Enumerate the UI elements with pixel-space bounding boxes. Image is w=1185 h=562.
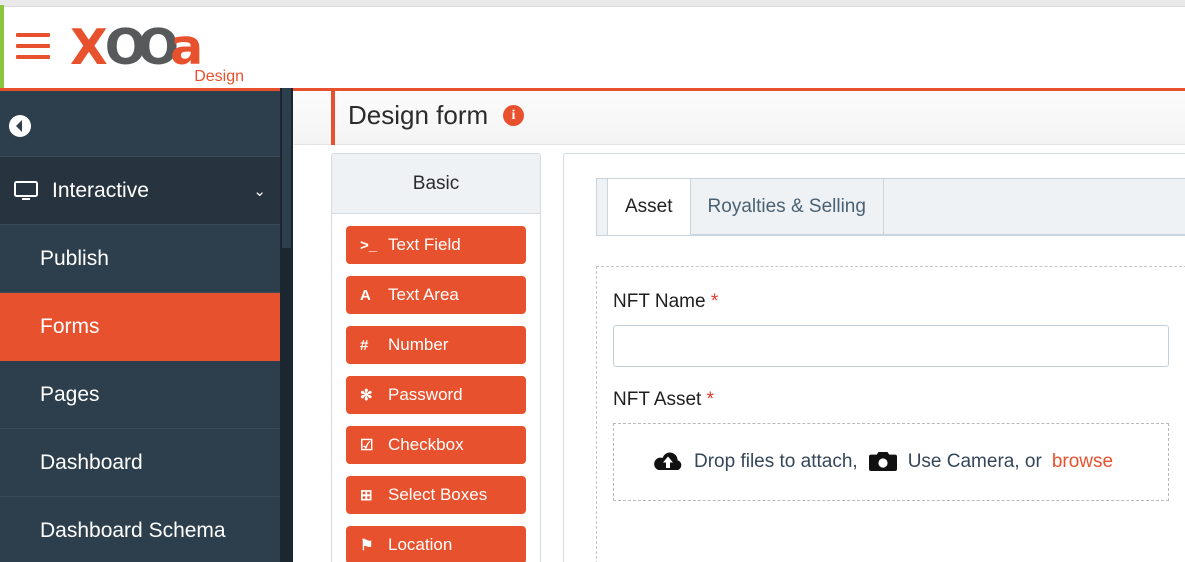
field-nft-asset: NFT Asset * Drop files to attach, Use Ca… [613, 389, 1185, 501]
field-label-text: NFT Name [613, 291, 706, 312]
palette-button-number[interactable]: # Number [346, 326, 526, 364]
file-dropzone[interactable]: Drop files to attach, Use Camera, or bro… [613, 423, 1169, 501]
field-label: NFT Name * [613, 291, 1185, 313]
sidebar-item-dashboard[interactable]: Dashboard [0, 429, 280, 497]
tab-strip-filler [883, 178, 1185, 235]
palette-button-label: Password [388, 385, 463, 404]
logo-subtitle: Design [194, 68, 244, 85]
field-label-text: NFT Asset [613, 389, 702, 410]
palette-button-label: Select Boxes [388, 485, 488, 504]
dropzone-text: Drop files to attach, [694, 451, 858, 472]
browse-link[interactable]: browse [1052, 451, 1113, 473]
required-asterisk: * [706, 389, 715, 410]
field-nft-name: NFT Name * [613, 291, 1185, 367]
app-root: XOOa Design Interactive ⌄ Publish Forms … [0, 0, 1185, 562]
page-title-bar: Design form i [293, 91, 1185, 145]
arrow-left-circle-icon[interactable] [8, 114, 32, 138]
sidebar-item-label: Publish [40, 246, 109, 270]
sidebar-item-pages[interactable]: Pages [0, 361, 280, 429]
sidebar-scrollbar-thumb[interactable] [282, 88, 291, 248]
sidebar-scrollbar[interactable] [280, 88, 293, 562]
sidebar-group-label: Interactive [52, 178, 149, 202]
logo-text: XOOa [70, 19, 203, 76]
map-pin-icon: ⚑ [360, 537, 374, 554]
info-icon[interactable]: i [503, 105, 524, 126]
sidebar-item-forms[interactable]: Forms [0, 293, 280, 361]
sidebar-item-label: Pages [40, 382, 100, 406]
camera-text: Use Camera, or [907, 451, 1042, 472]
app-header: XOOa Design [4, 7, 1185, 88]
tab-royalties-selling[interactable]: Royalties & Selling [690, 178, 884, 235]
sidebar-item-dashboard-schema[interactable]: Dashboard Schema [0, 497, 280, 562]
palette-button-select-boxes[interactable]: ⊞ Select Boxes [346, 476, 526, 514]
sidebar-item-label: Forms [40, 314, 100, 338]
palette-button-label: Text Field [388, 235, 461, 254]
form-canvas-panel: NFT Name * NFT Asset * Drop files to att… [596, 266, 1185, 562]
main-content: Design form i Basic >_ Text Field A Text… [293, 88, 1185, 562]
sidebar-item-label: Dashboard Schema [40, 518, 226, 542]
window-top-strip [0, 0, 1185, 7]
cloud-upload-icon [652, 450, 684, 474]
sidebar-group-interactive[interactable]: Interactive ⌄ [0, 157, 280, 225]
palette-button-label: Number [388, 335, 449, 354]
logo-link-glyph: OO [104, 19, 179, 76]
palette-button-checkbox[interactable]: ☑ Checkbox [346, 426, 526, 464]
sidebar-item-label: Dashboard [40, 450, 143, 474]
palette-button-label: Checkbox [388, 435, 464, 454]
page-title: Design form [348, 100, 489, 130]
sidebar: Interactive ⌄ Publish Forms Pages Dashbo… [0, 88, 280, 562]
letter-a-icon: A [360, 286, 371, 304]
palette-button-text-area[interactable]: A Text Area [346, 276, 526, 314]
component-palette: Basic >_ Text Field A Text Area # Number… [331, 153, 541, 562]
tab-asset[interactable]: Asset [608, 178, 691, 235]
checkbox-icon: ☑ [360, 437, 374, 454]
form-tabs: Asset Royalties & Selling [596, 178, 1185, 236]
form-builder-card: Asset Royalties & Selling NFT Name * NFT… [563, 153, 1185, 562]
palette-body: >_ Text Field A Text Area # Number ✻ Pas… [332, 214, 540, 562]
sidebar-collapse-row[interactable] [0, 91, 280, 157]
tab-strip-lead [596, 178, 608, 235]
palette-button-label: Text Area [388, 285, 459, 304]
sidebar-item-publish[interactable]: Publish [0, 225, 280, 293]
hash-icon: # [360, 336, 369, 354]
monitor-icon [14, 180, 48, 201]
hamburger-icon[interactable] [16, 33, 54, 65]
required-asterisk: * [710, 291, 719, 312]
camera-icon[interactable] [868, 450, 898, 474]
chevron-down-icon[interactable]: ⌄ [253, 182, 266, 200]
asterisk-icon: ✻ [360, 387, 373, 404]
palette-button-password[interactable]: ✻ Password [346, 376, 526, 414]
terminal-icon: >_ [360, 236, 378, 254]
xooa-logo[interactable]: XOOa Design [70, 19, 250, 86]
palette-button-location[interactable]: ⚑ Location [346, 526, 526, 562]
field-label: NFT Asset * [613, 389, 1185, 411]
title-accent-bar [331, 91, 335, 145]
nft-name-input[interactable] [613, 325, 1169, 367]
plus-square-icon: ⊞ [360, 487, 373, 504]
palette-button-label: Location [388, 535, 453, 554]
palette-button-text-field[interactable]: >_ Text Field [346, 226, 526, 264]
palette-header: Basic [332, 154, 540, 214]
